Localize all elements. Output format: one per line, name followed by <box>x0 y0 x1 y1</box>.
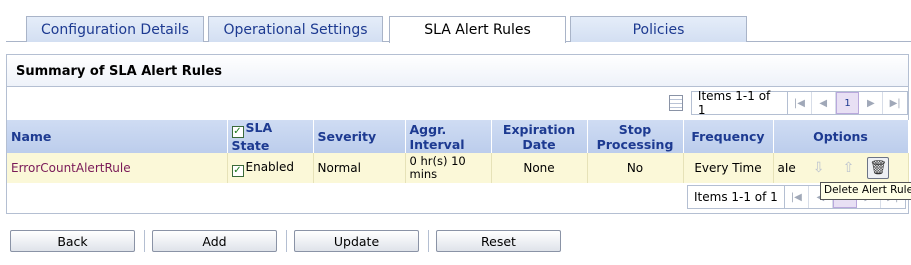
prev-page-icon[interactable]: ◀ <box>812 92 836 114</box>
page-number[interactable]: 1 <box>835 92 860 114</box>
cell-options: aIe ⇩ ⇧ 🗑 <box>773 153 909 183</box>
col-expiration-date[interactable]: Expiration Date <box>491 120 588 153</box>
top-pager: Items 1-1 of 1 |◀ ◀ 1 ▶ ▶| <box>669 89 908 117</box>
sla-state-value: Enabled <box>245 159 295 174</box>
move-up-icon[interactable]: ⇧ <box>837 157 859 179</box>
col-name[interactable]: Name <box>7 120 228 153</box>
trash-icon[interactable]: 🗑 <box>867 157 890 179</box>
pager-count: Items 1-1 of 1 <box>692 89 788 117</box>
last-page-icon[interactable]: ▶| <box>883 92 907 114</box>
panel-title: Summary of SLA Alert Rules <box>7 55 908 87</box>
alert-rules-table: Name ✓ SLA State Severity Aggr. Interval … <box>7 120 909 183</box>
tab-policies[interactable]: Policies <box>570 16 747 42</box>
checkbox-icon[interactable]: ✓ <box>231 126 244 138</box>
tab-bar: Configuration Details Operational Settin… <box>0 0 911 43</box>
table-row[interactable]: ErrorCountAlertRule ✓ Enabled Normal 0 hr… <box>7 153 909 183</box>
move-down-icon[interactable]: ⇩ <box>808 157 830 179</box>
tab-operational-settings[interactable]: Operational Settings <box>208 16 383 42</box>
cell-name[interactable]: ErrorCountAlertRule <box>7 153 228 183</box>
reset-button[interactable]: Reset <box>436 230 561 252</box>
cell-expiration-date: None <box>491 153 588 183</box>
button-separator <box>144 230 145 252</box>
cell-severity: Normal <box>313 153 406 183</box>
button-separator <box>286 230 287 252</box>
tab-configuration-details[interactable]: Configuration Details <box>26 16 204 42</box>
col-frequency[interactable]: Frequency <box>683 120 774 153</box>
checkbox-icon[interactable]: ✓ <box>231 164 244 177</box>
col-stop-processing[interactable]: Stop Processing <box>587 120 684 153</box>
add-button[interactable]: Add <box>152 230 277 252</box>
rule-name-link[interactable]: ErrorCountAlertRule <box>11 161 131 175</box>
cell-sla-state: ✓ Enabled <box>227 153 314 183</box>
table-header-row: Name ✓ SLA State Severity Aggr. Interval … <box>7 120 909 153</box>
cell-frequency: Every Time <box>683 153 774 183</box>
col-severity[interactable]: Severity <box>313 120 406 153</box>
cell-stop-processing: No <box>587 153 684 183</box>
next-page-icon[interactable]: ▶ <box>859 92 884 114</box>
col-options: Options <box>773 120 909 153</box>
doc-icon[interactable] <box>669 95 683 111</box>
tab-sla-alert-rules[interactable]: SLA Alert Rules <box>389 16 566 43</box>
button-separator <box>428 230 429 252</box>
delete-rule-tooltip: Delete Alert Rule <box>820 182 911 200</box>
options-text: aIe <box>777 161 796 175</box>
col-sla-state[interactable]: ✓ SLA State <box>227 120 314 153</box>
sla-alert-rules-panel: Summary of SLA Alert Rules Items 1-1 of … <box>6 54 909 214</box>
cell-aggr-interval: 0 hr(s) 10 mins <box>405 153 492 183</box>
pager-count: Items 1-1 of 1 <box>688 186 785 208</box>
first-page-icon[interactable]: |◀ <box>788 92 812 114</box>
col-aggr-interval[interactable]: Aggr. Interval <box>405 120 492 153</box>
back-button[interactable]: Back <box>10 230 135 252</box>
update-button[interactable]: Update <box>294 230 419 252</box>
first-page-icon[interactable]: |◀ <box>785 186 809 208</box>
